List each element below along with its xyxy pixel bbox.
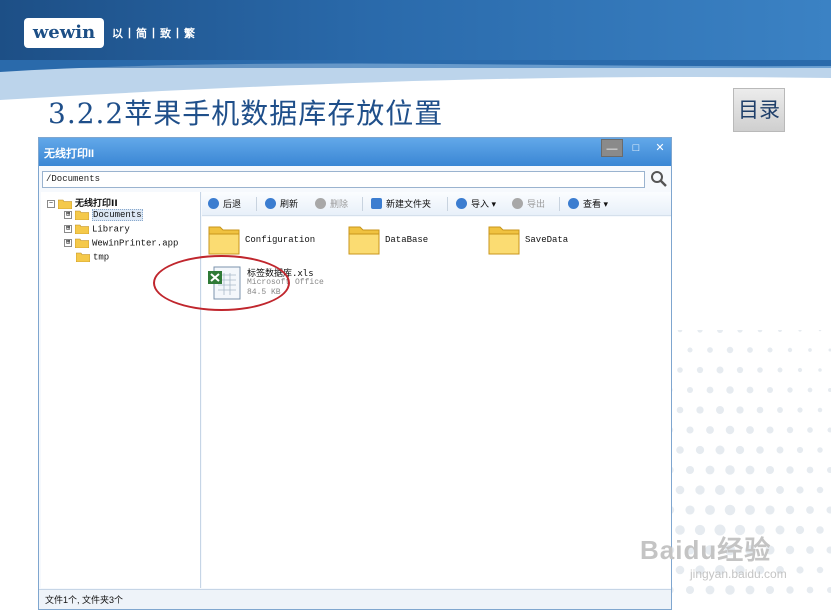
folder-icon: [208, 226, 240, 255]
folder-item-savedata[interactable]: SaveData: [488, 222, 598, 258]
toolbar-divider: [256, 197, 257, 211]
tree-root[interactable]: − 无线打印II: [47, 196, 118, 210]
title-bar[interactable]: 无线打印II — □ ✕: [39, 138, 671, 166]
import-icon: [456, 198, 467, 210]
new-folder-icon: [371, 198, 382, 210]
folder-icon: [488, 226, 520, 255]
folder-tree: − 无线打印II ⊞ Documents ⊞ Library ⊞ WewinPrinte…: [41, 192, 201, 588]
minimize-button[interactable]: —: [601, 139, 623, 157]
maximize-button[interactable]: □: [625, 139, 647, 157]
export-label: 导出: [527, 199, 546, 209]
folder-item-database[interactable]: DataBase: [348, 222, 458, 258]
export-icon: [512, 198, 523, 210]
refresh-label: 刷新: [280, 199, 299, 209]
tree-item-label: WewinPrinter.app: [92, 238, 179, 249]
view-label: 查看: [583, 199, 602, 209]
app-window: 无线打印II — □ ✕ /Documents − 无线打印II ⊞ Documen…: [38, 137, 672, 610]
toolbar-divider: [559, 197, 560, 211]
refresh-icon: [265, 198, 276, 210]
highlight-circle: [153, 255, 290, 311]
tree-root-label: 无线打印II: [75, 199, 118, 209]
tree-item-library[interactable]: ⊞ Library: [64, 224, 130, 238]
folder-icon: [75, 224, 89, 234]
tree-item-label: tmp: [93, 252, 110, 263]
status-bar: 文件1个, 文件夹3个: [39, 589, 671, 609]
view-icon: [568, 198, 579, 210]
expand-icon[interactable]: ⊞: [64, 225, 72, 233]
window-title: 无线打印II: [44, 148, 95, 160]
folder-icon: [76, 252, 90, 262]
new-folder-button[interactable]: 新建文件夹: [371, 197, 431, 212]
expand-icon[interactable]: ⊞: [64, 211, 72, 219]
toolbar-divider: [362, 197, 363, 211]
folder-icon: [348, 226, 380, 255]
tree-item-documents[interactable]: ⊞ Documents: [64, 209, 143, 224]
company-tagline: 以丨简丨致丨繁: [112, 28, 196, 40]
folder-label: DataBase: [385, 235, 429, 245]
export-button[interactable]: 导出: [512, 197, 545, 212]
toc-button[interactable]: 目录: [733, 88, 785, 132]
slide-title: 3.2.2苹果手机数据库存放位置: [48, 97, 444, 130]
back-label: 后退: [223, 199, 242, 209]
toolbar-divider: [447, 197, 448, 211]
folder-label: Configuration: [245, 235, 316, 245]
toolbar: 后退 刷新 删除 新建文件夹 导入 ▾ 导出 查看 ▾: [202, 192, 671, 216]
close-button[interactable]: ✕: [649, 139, 671, 157]
tree-item-label: Documents: [92, 209, 143, 222]
delete-button[interactable]: 删除: [315, 197, 348, 212]
search-icon[interactable]: [649, 169, 669, 189]
expand-icon[interactable]: ⊞: [64, 239, 72, 247]
view-button[interactable]: 查看 ▾: [568, 197, 608, 212]
refresh-button[interactable]: 刷新: [265, 197, 298, 212]
baidu-watermark: Baidu经验: [640, 535, 772, 565]
chevron-down-icon: ▾: [491, 199, 497, 209]
folder-item-configuration[interactable]: Configuration: [208, 222, 328, 258]
back-icon: [208, 198, 219, 210]
folder-icon: [75, 238, 89, 248]
path-input[interactable]: /Documents: [42, 171, 645, 188]
tree-item-wewinprinter-app[interactable]: ⊞ WewinPrinter.app: [64, 238, 178, 252]
tree-item-label: Library: [92, 224, 130, 235]
chevron-down-icon: ▾: [603, 199, 609, 209]
import-button[interactable]: 导入 ▾: [456, 197, 496, 212]
tree-item-tmp[interactable]: tmp: [76, 252, 109, 266]
company-logo: wewin: [24, 18, 104, 48]
folder-label: SaveData: [525, 235, 569, 245]
delete-icon: [315, 198, 326, 210]
back-button[interactable]: 后退: [208, 197, 241, 212]
folder-icon: [75, 210, 89, 220]
folder-icon: [58, 199, 72, 209]
baidu-watermark-url: jingyan.baidu.com: [690, 567, 787, 581]
delete-label: 删除: [330, 199, 349, 209]
import-label: 导入: [471, 199, 490, 209]
new-folder-label: 新建文件夹: [386, 199, 432, 209]
collapse-icon[interactable]: −: [47, 199, 55, 208]
